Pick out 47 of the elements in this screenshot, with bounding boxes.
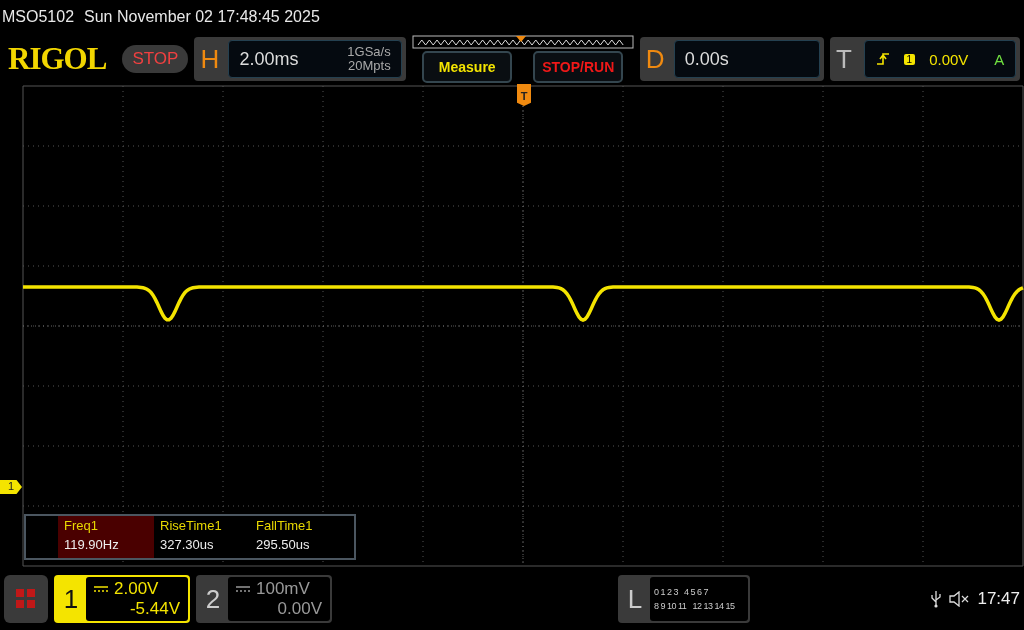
trigger-mode: A: [994, 50, 1005, 68]
stop-run-button[interactable]: STOP/RUN: [533, 51, 624, 83]
memory-position-icon: [411, 35, 634, 49]
measurement-item[interactable]: FallTime1 295.50us: [250, 516, 346, 558]
delay-panel[interactable]: D 0.00s: [639, 37, 824, 81]
horizontal-panel[interactable]: H 2.00ms 1GSa/s 20Mpts: [194, 37, 406, 81]
measurement-item[interactable]: Freq1 119.90Hz: [58, 516, 154, 558]
usb-icon: [931, 590, 942, 608]
trigger-level: 0.00V: [929, 50, 969, 68]
logic-channels: 0 1 2 3: [654, 587, 679, 597]
measurement-value: 327.30us: [160, 537, 215, 552]
speaker-muted-icon: [949, 591, 970, 607]
rising-edge-icon: [875, 52, 890, 66]
channel-offset: 0.00V: [277, 599, 322, 619]
clock-time: 17:47: [977, 589, 1020, 609]
measurement-name: FallTime1: [256, 518, 314, 533]
measurement-value: 119.90Hz: [64, 537, 120, 552]
model-name: MSO5102: [2, 8, 75, 26]
run-state-badge: STOP: [122, 45, 189, 73]
channel-button[interactable]: 1 2.00V -5.44V: [54, 575, 190, 623]
brand-logo: RIGOL: [8, 41, 108, 77]
timebase-value: 2.00ms: [239, 48, 299, 70]
channel-scale: 100mV: [256, 579, 310, 599]
date-time: Sun November 02 17:48:45 2025: [84, 8, 320, 26]
logic-channels: 12 13 14 15: [692, 601, 735, 611]
trigger-marker[interactable]: T: [517, 84, 531, 106]
channel-offset: -5.44V: [129, 599, 180, 619]
channel-marker[interactable]: 1: [0, 480, 22, 494]
channel-scale: 2.00V: [114, 579, 159, 599]
dc-coupling-icon: [236, 586, 250, 592]
measurement-name: RiseTime1: [160, 518, 223, 533]
memory-depth: 20Mpts: [348, 59, 391, 73]
logic-analyzer-button[interactable]: L 0 1 2 3 4 5 6 7 8 9 10 11 12 13 14 15: [618, 575, 750, 623]
delay-value: 0.00s: [684, 48, 729, 70]
measurement-value: 295.50us: [256, 537, 311, 552]
measurement-name: Freq1: [64, 518, 99, 533]
trigger-panel[interactable]: T 1 0.00V A: [829, 37, 1020, 81]
measurement-item[interactable]: RiseTime1 327.30us: [154, 516, 250, 558]
channel-button[interactable]: 2 100mV 0.00V: [196, 575, 332, 623]
dc-coupling-icon: [94, 586, 108, 592]
menu-button[interactable]: [4, 575, 48, 623]
trigger-source: 1: [903, 53, 916, 65]
measure-button[interactable]: Measure: [422, 51, 513, 83]
sample-rate: 1GSa/s: [347, 45, 391, 59]
grid-icon: [16, 589, 36, 609]
logic-channels: 8 9 10 11: [654, 601, 687, 611]
logic-channels: 4 5 6 7: [684, 587, 709, 597]
